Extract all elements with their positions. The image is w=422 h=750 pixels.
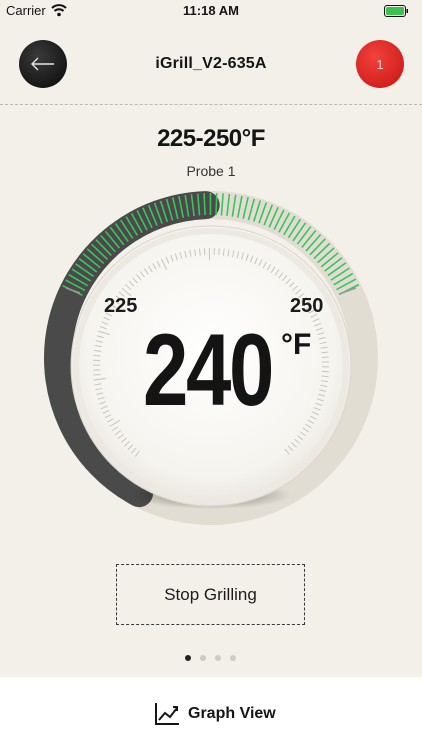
- page-dot[interactable]: [215, 655, 221, 661]
- line-chart-icon: [155, 703, 179, 725]
- battery-icon: [384, 5, 408, 17]
- alert-count-label: 1: [376, 56, 384, 72]
- graph-view-label: Graph View: [188, 705, 276, 722]
- dial-tick: [198, 248, 201, 256]
- stop-grilling-button[interactable]: Stop Grilling: [116, 564, 305, 625]
- page-dot[interactable]: [200, 655, 206, 661]
- dial-tick: [93, 354, 101, 357]
- page-dot[interactable]: [230, 655, 236, 661]
- dial-tick: [321, 375, 329, 378]
- range-band-segment: [215, 193, 218, 216]
- bottom-bar: Graph View: [0, 677, 422, 750]
- dial-tick: [93, 374, 101, 376]
- status-time: 11:18 AM: [183, 3, 239, 18]
- nav-header: iGrill_V2-635A 1: [0, 22, 422, 105]
- status-bar: Carrier 11:18 AM: [0, 0, 422, 22]
- alert-count-button[interactable]: 1: [356, 40, 404, 88]
- range-low-label: 225: [104, 295, 138, 317]
- target-range: 225-250°F: [157, 125, 265, 152]
- dial-tick: [321, 356, 329, 358]
- page-dot[interactable]: [185, 655, 191, 661]
- temperature-dial: 225 250 240 °F: [0, 190, 422, 530]
- probe-label: Probe 1: [186, 163, 236, 179]
- temperature-unit: °F: [281, 328, 312, 361]
- current-temperature: 240: [143, 313, 274, 427]
- range-high-label: 250: [290, 295, 324, 317]
- stop-grilling-label: Stop Grilling: [164, 584, 257, 604]
- graph-view-button[interactable]: Graph View: [154, 701, 276, 727]
- page-indicator: [185, 655, 245, 663]
- range-band-segment: [203, 193, 206, 216]
